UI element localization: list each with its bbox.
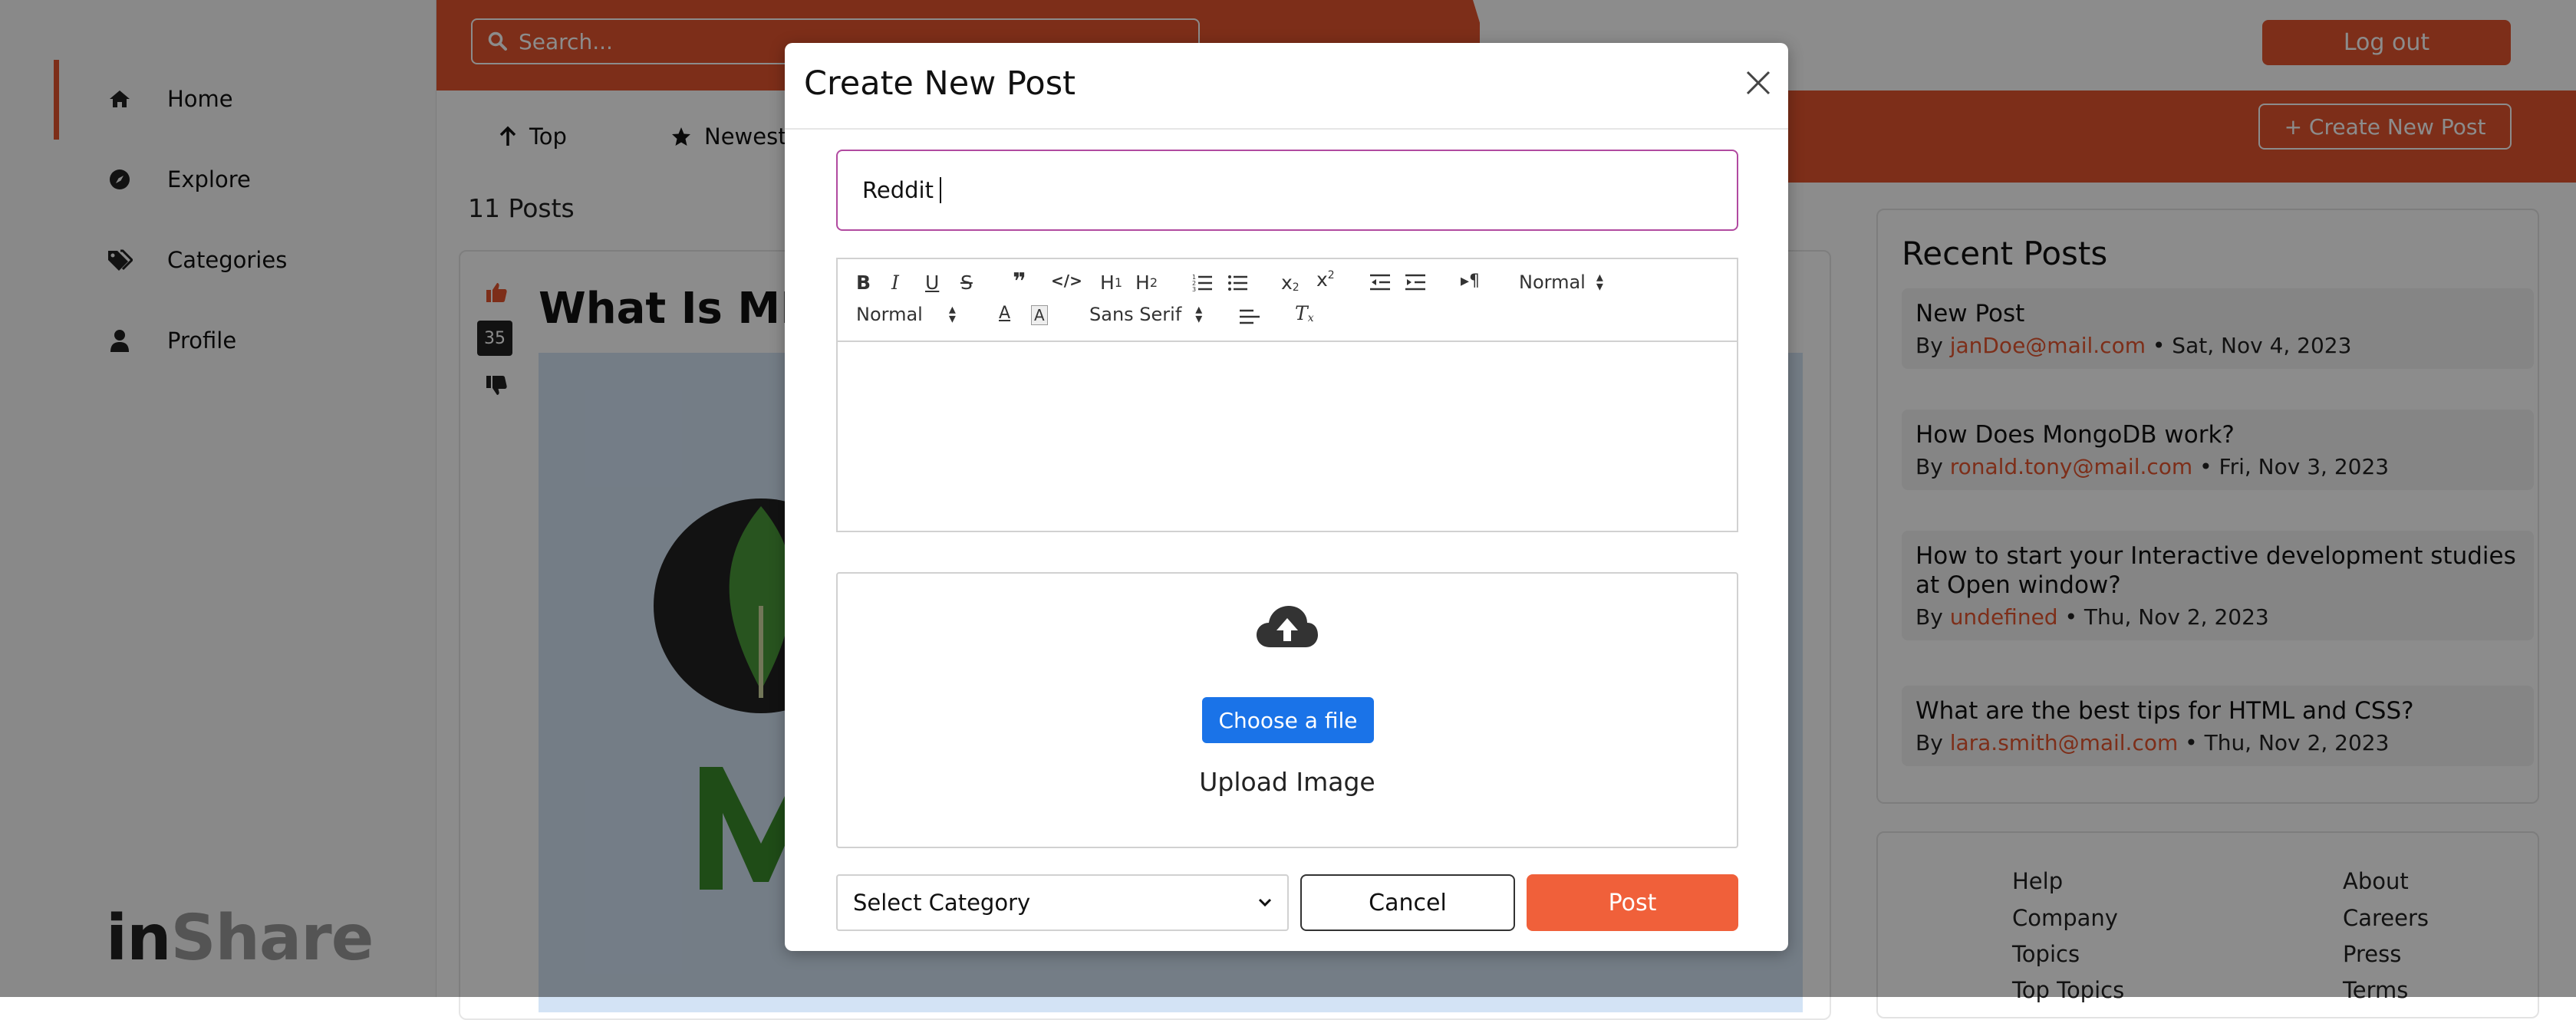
header-1-icon[interactable]: H1: [1100, 271, 1122, 294]
align-icon[interactable]: [1240, 308, 1260, 325]
code-icon[interactable]: </>: [1051, 271, 1082, 290]
close-icon[interactable]: [1743, 67, 1774, 98]
indent-icon[interactable]: [1405, 273, 1425, 291]
category-select-value: Select Category: [853, 890, 1031, 916]
superscript-icon[interactable]: x2: [1316, 268, 1335, 291]
strikethrough-icon[interactable]: S: [960, 271, 973, 294]
text-direction-icon[interactable]: ▸¶: [1461, 271, 1480, 291]
select-arrows-icon: ▴ ▾: [1596, 269, 1603, 294]
blockquote-icon[interactable]: ❞: [1013, 268, 1026, 295]
chevron-down-icon: [1258, 898, 1272, 907]
bold-icon[interactable]: B: [856, 271, 871, 294]
choose-file-button[interactable]: Choose a file: [1202, 697, 1374, 743]
outdent-icon[interactable]: [1370, 273, 1390, 291]
post-title-input-value: Reddit: [862, 177, 934, 203]
font-select[interactable]: Sans Serif ▴ ▾: [1089, 301, 1203, 327]
modal-title: Create New Post: [804, 64, 1076, 103]
header-select[interactable]: Normal ▴ ▾: [856, 301, 956, 327]
modal-divider: [785, 128, 1788, 130]
italic-icon[interactable]: I: [891, 271, 899, 294]
select-arrows-icon: ▴ ▾: [1195, 301, 1203, 327]
editor-toolbar: B I U S ❞ </> H1 H2 123 x2 x2 ▸¶ Normal …: [836, 258, 1738, 342]
svg-text:3: 3: [1192, 286, 1196, 291]
background-color-icon[interactable]: A: [1031, 305, 1048, 325]
ordered-list-icon[interactable]: 123: [1192, 273, 1212, 291]
header-select-value: Normal: [856, 304, 923, 325]
size-select[interactable]: Normal ▴ ▾: [1519, 269, 1603, 294]
category-select[interactable]: Select Category: [836, 874, 1289, 931]
post-title-input[interactable]: Reddit: [836, 150, 1738, 231]
bullet-list-icon[interactable]: [1227, 273, 1247, 291]
cancel-button[interactable]: Cancel: [1300, 874, 1515, 931]
text-caret: [939, 177, 941, 203]
upload-image-label: Upload Image: [1199, 767, 1375, 797]
clear-format-icon[interactable]: Tx: [1295, 302, 1314, 324]
size-select-value: Normal: [1519, 271, 1586, 293]
font-select-value: Sans Serif: [1089, 304, 1182, 325]
subscript-icon[interactable]: x2: [1281, 271, 1300, 294]
select-arrows-icon: ▴ ▾: [948, 301, 956, 327]
header-2-icon[interactable]: H2: [1135, 271, 1158, 294]
cloud-upload-icon: [1255, 603, 1319, 649]
text-color-icon[interactable]: A: [999, 304, 1010, 323]
post-button[interactable]: Post: [1527, 874, 1738, 931]
underline-icon[interactable]: U: [925, 271, 939, 294]
